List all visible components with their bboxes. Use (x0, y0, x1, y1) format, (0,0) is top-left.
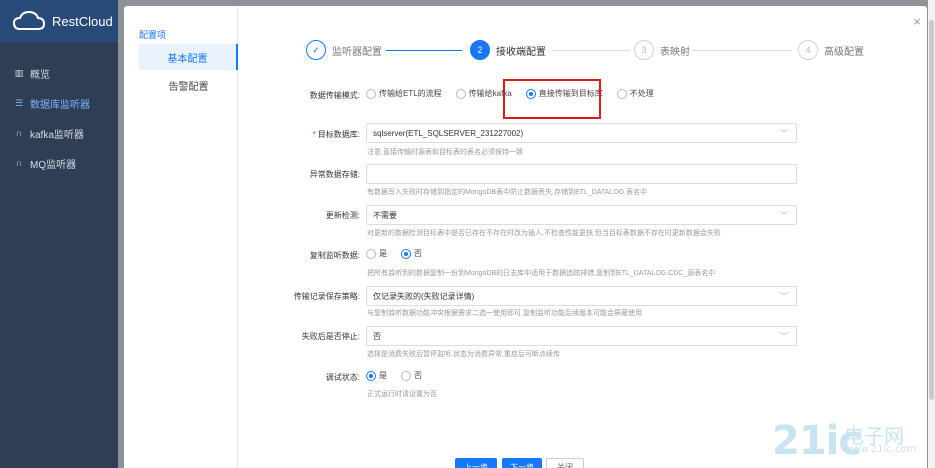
step-label: 高级配置 (824, 46, 864, 58)
step-label: 表映射 (660, 46, 690, 58)
stop-on-fail-label: 失败后是否停止: (301, 332, 360, 341)
step-number: 2 (470, 40, 490, 60)
radio-dot (401, 370, 411, 381)
highlight-box (503, 79, 601, 119)
check-icon: ✓ (306, 40, 326, 60)
step-indicator: ✓ 监听器配置 2 接收端配置 3 表映射 4 高级配置 (306, 40, 866, 62)
debug-label: 调试状态: (325, 373, 360, 382)
transfer-mode-label: 数据传输模式: (309, 91, 360, 100)
stop-on-fail-hint: 选择是消费失败后暂停监听,状态为消费异常,重启后可断点续传 (367, 351, 560, 358)
radio-dot (455, 88, 466, 99)
copy-listen-radio-group: 是 否 (366, 248, 436, 259)
target-db-select[interactable]: sqlserver(ETL_SQLSERVER_231227002) ﹀ (366, 123, 797, 143)
radio-label: 不处理 (629, 89, 654, 98)
target-db-label: * 目标数据库: (250, 129, 360, 140)
radio-label: 是 (379, 249, 387, 258)
radio-label: 否 (414, 249, 422, 258)
app-name: RestCloud (52, 13, 113, 29)
nav-item-db-listener[interactable]: ☰ 数据库监听器 (0, 88, 118, 118)
debug-radio-group: 是 否 (366, 370, 436, 381)
step-advanced-config[interactable]: 4 高级配置 (798, 40, 864, 60)
close-icon[interactable]: × (913, 14, 921, 29)
menu-item-basic-config[interactable]: 基本配置 (139, 44, 238, 70)
copy-listen-label: 复制监听数据: (309, 251, 360, 260)
scrollbar-thumb[interactable] (929, 20, 934, 400)
nav-item-overview[interactable]: ▥ 概览 (0, 58, 118, 88)
chevron-down-icon: ﹀ (780, 211, 788, 220)
app-logo: RestCloud (0, 0, 118, 42)
copy-listen-hint: 把所有监听到的数据复制一份到MongoDB的日志库中适用于数据追踪排错,复制到E… (367, 270, 716, 277)
target-db-hint: 注意:直接传输时源表和目标表的表名必须保持一致 (367, 149, 523, 156)
headset-icon: ∩ (15, 158, 23, 168)
log-strategy-select[interactable]: 仅记录失败的(失败记录详情) ﹀ (366, 286, 797, 306)
radio-copy-yes[interactable]: 是 (366, 248, 387, 259)
select-value: 不需要 (373, 210, 397, 220)
radio-label: 是 (379, 371, 387, 380)
watermark-url: www.21ic.com (844, 444, 917, 455)
menu-item-alert-config[interactable]: 告警配置 (139, 72, 238, 98)
close-button[interactable]: 关闭 (546, 458, 584, 468)
radio-label: 否 (414, 371, 422, 380)
radio-no-process[interactable]: 不处理 (616, 88, 654, 99)
chart-icon: ▥ (14, 67, 24, 78)
nav-label: 概览 (30, 69, 50, 81)
step-connector (552, 50, 630, 51)
required-mark: * (312, 130, 316, 139)
next-step-button[interactable]: 下一步 (502, 458, 542, 468)
modal-menu: 配置项 基本配置 告警配置 (124, 6, 238, 468)
step-table-mapping[interactable]: 3 表映射 (634, 40, 690, 60)
prev-step-button[interactable]: 上一步 (455, 458, 497, 468)
update-check-select[interactable]: 不需要 ﹀ (366, 205, 797, 225)
radio-dot (366, 248, 376, 259)
nav-item-mq-listener[interactable]: ∩ MQ监听器 (0, 148, 118, 178)
select-value: sqlserver(ETL_SQLSERVER_231227002) (373, 128, 524, 138)
label-text: 目标数据库: (317, 130, 360, 139)
watermark: 21ic 电子网 www.21ic.com (772, 418, 932, 466)
cloud-logo-icon (12, 10, 46, 30)
app-sidebar: RestCloud ▥ 概览 ☰ 数据库监听器 ∩ kafka监听器 ∩ MQ监… (0, 0, 118, 468)
chevron-down-icon: ﹀ (780, 129, 788, 138)
nav-label: 数据库监听器 (30, 99, 90, 111)
radio-dot (366, 370, 376, 381)
config-modal: × 配置项 基本配置 告警配置 ✓ 监听器配置 2 接收端配置 3 表映射 4 … (124, 6, 927, 468)
nav-label: kafka监听器 (30, 129, 84, 141)
step-receiver-config[interactable]: 2 接收端配置 (470, 40, 546, 60)
chevron-down-icon: ﹀ (780, 332, 788, 341)
select-value: 否 (373, 331, 381, 341)
exception-store-input[interactable] (366, 164, 797, 184)
list-icon: ☰ (14, 97, 24, 108)
nav-label: MQ监听器 (30, 159, 77, 171)
step-number: 3 (634, 40, 654, 60)
update-check-hint: 对更新的数据检测目标表中是否已存在不存在时改为插入,不检查性能更快,但当目标表数… (367, 230, 721, 237)
step-listener-config[interactable]: ✓ 监听器配置 (306, 40, 382, 60)
exception-store-hint: 有数据写入失败时存储到指定的MongoDB表中防止数据丢失,存储到ETL_DAT… (367, 189, 648, 196)
chevron-down-icon: ﹀ (780, 292, 788, 301)
step-label: 接收端配置 (496, 46, 546, 58)
radio-dot (616, 88, 627, 99)
log-strategy-label: 传输记录保存策略: (293, 292, 360, 301)
exception-store-label: 异常数据存储: (309, 170, 360, 179)
stop-on-fail-select[interactable]: 否 ﹀ (366, 326, 797, 346)
headset-icon: ∩ (15, 128, 23, 138)
debug-hint: 正式运行时请设置为否 (367, 391, 437, 398)
update-check-label: 更新检测: (325, 211, 360, 220)
step-label: 监听器配置 (332, 46, 382, 58)
log-strategy-hint: 与复制监听数据功能冲突根据需求二选一使用即可,复制监听功能后续版本可能会屏蔽使用 (367, 310, 642, 317)
select-value: 仅记录失败的(失败记录详情) (373, 291, 475, 301)
radio-dot (366, 88, 376, 99)
radio-debug-yes[interactable]: 是 (366, 370, 387, 381)
radio-label: 传输给ETL的流程 (379, 89, 442, 98)
menu-group-title: 配置项 (139, 30, 167, 40)
radio-etl-flow[interactable]: 传输给ETL的流程 (366, 88, 442, 99)
radio-debug-no[interactable]: 否 (401, 370, 422, 381)
radio-dot (401, 248, 411, 259)
radio-copy-no[interactable]: 否 (401, 248, 422, 259)
step-number: 4 (798, 40, 818, 60)
step-connector (692, 50, 792, 51)
app-nav: ▥ 概览 ☰ 数据库监听器 ∩ kafka监听器 ∩ MQ监听器 (0, 42, 118, 178)
step-connector (386, 50, 462, 51)
nav-item-kafka-listener[interactable]: ∩ kafka监听器 (0, 118, 118, 148)
